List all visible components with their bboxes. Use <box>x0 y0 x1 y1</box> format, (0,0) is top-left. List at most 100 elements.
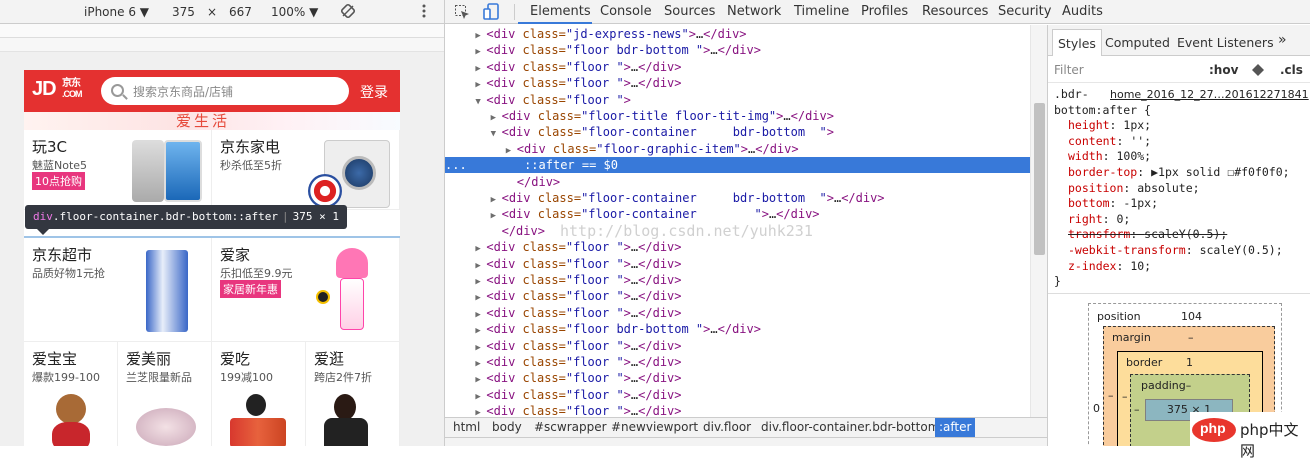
css-property-value[interactable]: 0; <box>1116 212 1130 226</box>
floor-cell[interactable]: 爱吃 199减100 <box>212 342 306 446</box>
tab-event-listeners[interactable]: Event Listeners <box>1177 35 1274 50</box>
rotate-icon[interactable] <box>340 3 356 22</box>
css-declaration[interactable]: transform: scaleY(0.5); <box>1048 227 1310 243</box>
css-property-value[interactable]: ▶1px solid ☐#f0f0f0; <box>1151 165 1289 179</box>
floor-cell[interactable]: 爱宝宝 爆款199-100 <box>24 342 118 446</box>
tab-security[interactable]: Security <box>998 4 1051 19</box>
css-property-name[interactable]: height <box>1068 118 1110 132</box>
dom-node-row[interactable]: ▶ <div class="floor bdr-bottom ">…</div> <box>445 42 1030 58</box>
css-declaration[interactable]: border-top: ▶1px solid ☐#f0f0f0; <box>1048 165 1310 181</box>
dom-node-row[interactable]: ▶ <div class="floor ">…</div> <box>445 387 1030 403</box>
device-height-input[interactable]: 667 <box>229 5 252 19</box>
crumb-floor-container[interactable]: div.floor-container.bdr-bottom <box>761 420 939 434</box>
tab-styles[interactable]: Styles <box>1052 29 1102 56</box>
device-width-input[interactable]: 375 <box>172 5 195 19</box>
css-property-value[interactable]: absolute; <box>1137 181 1199 195</box>
dom-node-row[interactable]: </div> <box>445 174 1030 190</box>
dom-node-row[interactable]: ▶ <div class="floor ">…</div> <box>445 239 1030 255</box>
css-property-name[interactable]: bottom <box>1068 196 1110 210</box>
tab-resources[interactable]: Resources <box>922 4 988 19</box>
dom-node-row[interactable]: ▶ <div class="floor-graphic-item">…</div> <box>445 141 1030 157</box>
bm-margin-left[interactable]: – <box>1108 389 1114 402</box>
dom-node-row[interactable]: ▶ <div class="floor bdr-bottom ">…</div> <box>445 321 1030 337</box>
dom-node-row[interactable]: ▶ <div class="floor ">…</div> <box>445 354 1030 370</box>
bm-margin-value[interactable]: – <box>1188 331 1194 344</box>
tab-audits[interactable]: Audits <box>1062 4 1103 19</box>
tab-elements[interactable]: Elements <box>530 4 591 19</box>
crumb-newviewport[interactable]: #newviewport <box>611 420 698 434</box>
css-declaration[interactable]: right: 0; <box>1048 212 1310 228</box>
dom-node-row[interactable]: ▶ <div class="floor ">…</div> <box>445 370 1030 386</box>
floor-cell[interactable]: 京东超市 品质好物1元抢 <box>24 238 212 342</box>
dom-node-row[interactable]: ▶ <div class="jd-express-news">…</div> <box>445 26 1030 42</box>
css-property-name[interactable]: content <box>1068 134 1116 148</box>
dom-node-row[interactable]: ▶ <div class="floor ">…</div> <box>445 272 1030 288</box>
dom-node-row[interactable]: ▶ <div class="floor-title floor-tit-img">… <box>445 108 1030 124</box>
dom-node-row[interactable]: ▶ <div class="floor ">…</div> <box>445 256 1030 272</box>
css-property-name[interactable]: -webkit-transform <box>1068 243 1186 257</box>
dom-node-row[interactable]: ▼ <div class="floor "> <box>445 92 1030 108</box>
css-declaration[interactable]: content: ''; <box>1048 134 1310 150</box>
css-declaration[interactable]: position: absolute; <box>1048 181 1310 197</box>
crumb-html[interactable]: html <box>453 420 480 434</box>
floor-cell[interactable]: 爱家 乐扣低至9.9元 家居新年惠 <box>212 238 400 342</box>
rule-source-link[interactable]: home_2016_12_27…201612271841 <box>1110 87 1309 103</box>
css-property-value[interactable]: scaleY(0.5); <box>1144 227 1227 241</box>
login-button[interactable]: 登录 <box>360 82 388 102</box>
css-property-value[interactable]: -1px; <box>1123 196 1158 210</box>
scrollbar-thumb[interactable] <box>1034 103 1045 255</box>
tab-network[interactable]: Network <box>727 4 781 19</box>
floor-cell[interactable]: 玩3C 魅蓝Note5 10点抢购 <box>24 130 212 210</box>
dom-node-row[interactable]: ▶ <div class="floor-container ">…</div> <box>445 206 1030 222</box>
css-property-name[interactable]: position <box>1068 181 1123 195</box>
floor-cell[interactable]: 爱美丽 兰芝限量新品 <box>118 342 212 446</box>
bm-border-value[interactable]: 1 <box>1186 356 1193 369</box>
css-property-name[interactable]: border-top <box>1068 165 1137 179</box>
filter-input[interactable]: Filter <box>1054 63 1084 77</box>
device-mode-icon[interactable] <box>483 3 501 24</box>
css-property-name[interactable]: right <box>1068 212 1103 226</box>
floor-cell[interactable]: 京东家电 秒杀低至5折 <box>212 130 400 210</box>
bm-position-value[interactable]: 104 <box>1181 310 1202 323</box>
device-select[interactable]: iPhone 6 ▼ <box>84 5 149 19</box>
expand-arrow-icon[interactable]: ▶ <box>475 405 486 417</box>
dom-node-row[interactable]: ▼ <div class="floor-container bdr-bottom … <box>445 124 1030 140</box>
dom-node-row[interactable]: ▶ <div class="floor ">…</div> <box>445 338 1030 354</box>
inspect-element-icon[interactable] <box>454 4 470 23</box>
css-property-value[interactable]: 1px; <box>1123 118 1151 132</box>
floor-cell[interactable]: 爱逛 跨店2件7折 <box>306 342 400 446</box>
dom-node-row[interactable]: ▶ <div class="floor-container bdr-bottom … <box>445 190 1030 206</box>
jd-logo[interactable]: JD 京东 .COM <box>32 78 82 101</box>
css-property-name[interactable]: z-index <box>1068 259 1116 273</box>
selected-node-row[interactable]: ...::after == $0 <box>445 157 1030 174</box>
hov-toggle[interactable]: :hov <box>1209 63 1238 77</box>
tab-profiles[interactable]: Profiles <box>861 4 908 19</box>
css-declaration[interactable]: bottom: -1px; <box>1048 196 1310 212</box>
dom-node-row[interactable]: ▶ <div class="floor ">…</div> <box>445 305 1030 321</box>
dom-node-row[interactable]: ▶ <div class="floor ">…</div> <box>445 59 1030 75</box>
tab-computed[interactable]: Computed <box>1105 35 1170 50</box>
css-property-value[interactable]: 100%; <box>1116 149 1151 163</box>
crumb-div-floor[interactable]: div.floor <box>703 420 751 434</box>
zoom-select[interactable]: 100% ▼ <box>271 5 318 19</box>
crumb-body[interactable]: body <box>492 420 522 434</box>
dom-node-row[interactable]: ▶ <div class="floor ">…</div> <box>445 75 1030 91</box>
more-tabs-icon[interactable]: » <box>1278 32 1287 48</box>
crumb-scwrapper[interactable]: #scwrapper <box>534 420 607 434</box>
tab-console[interactable]: Console <box>600 4 652 19</box>
crumb-after[interactable]: :after <box>935 418 976 437</box>
elements-scrollbar[interactable] <box>1030 25 1047 417</box>
tab-timeline[interactable]: Timeline <box>794 4 849 19</box>
cls-toggle[interactable]: .cls <box>1280 63 1303 77</box>
more-options-icon[interactable] <box>421 3 427 22</box>
css-property-name[interactable]: width <box>1068 149 1103 163</box>
search-input[interactable]: 搜索京东商品/店铺 <box>101 77 349 105</box>
css-property-value[interactable]: ''; <box>1130 134 1151 148</box>
bm-border-left[interactable]: – <box>1122 390 1128 403</box>
css-declaration[interactable]: -webkit-transform: scaleY(0.5); <box>1048 243 1310 259</box>
row-ellipsis-icon[interactable]: ... <box>445 158 467 172</box>
dom-node-row[interactable]: ▶ <div class="floor ">…</div> <box>445 288 1030 304</box>
css-property-value[interactable]: scaleY(0.5); <box>1200 243 1283 257</box>
bm-padding-left[interactable]: – <box>1134 403 1140 416</box>
paint-icon[interactable] <box>1251 63 1265 80</box>
